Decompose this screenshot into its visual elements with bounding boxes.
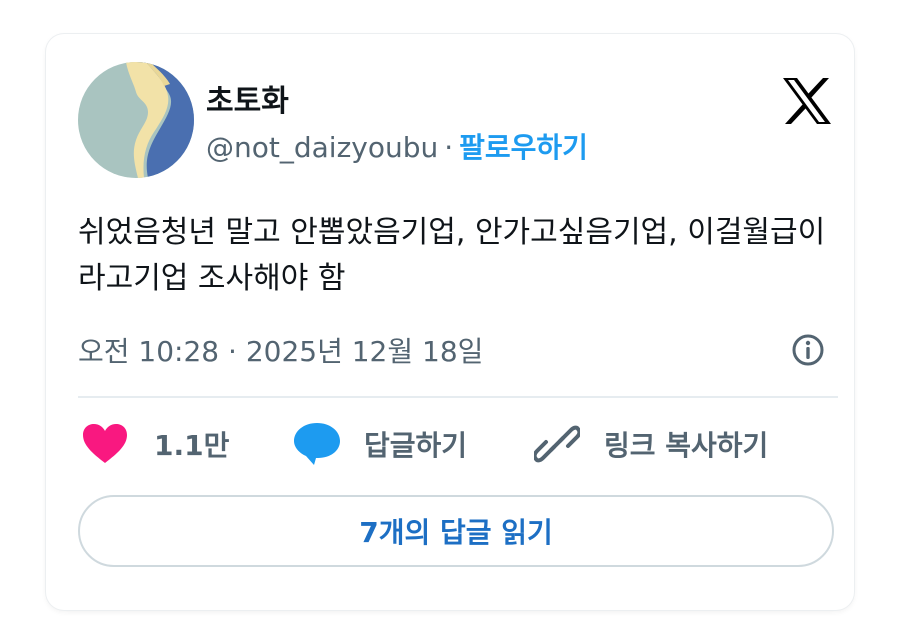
display-name[interactable]: 초토화 (206, 76, 289, 120)
copy-link-label: 링크 복사하기 (604, 429, 769, 462)
user-handle[interactable]: @not_daizyoubu (206, 131, 438, 164)
info-icon[interactable] (790, 332, 826, 368)
tweet-text: 쉬었음청년 말고 안뽑았음기업, 안가고싶음기업, 이걸월급이라고기업 조사해야… (78, 215, 826, 296)
heart-icon (83, 424, 127, 463)
follow-button[interactable]: 팔로우하기 (459, 131, 588, 164)
like-button[interactable]: 1.1만 (82, 419, 229, 469)
reply-button[interactable]: 답글하기 (292, 419, 467, 469)
divider (78, 396, 838, 398)
link-icon (534, 425, 580, 463)
action-bar: 1.1만 답글하기 링크 복사하기 (78, 419, 838, 469)
copy-link-button[interactable]: 링크 복사하기 (534, 419, 768, 469)
like-count: 1.1만 (154, 429, 230, 462)
tweet-timestamp[interactable]: 오전 10:28 · 2025년 12월 18일 (78, 330, 483, 370)
speech-bubble-icon (294, 423, 340, 465)
tweet-card: 초토화 @not_daizyoubu · 팔로우하기 쉬었음청년 말고 안뽑았음기업… (46, 34, 854, 610)
read-replies-button[interactable]: 7개의 답글 읽기 (78, 495, 834, 567)
avatar[interactable] (78, 62, 194, 178)
reply-label: 답글하기 (364, 429, 468, 462)
separator-dot: · (444, 131, 454, 164)
handle-row: @not_daizyoubu · 팔로우하기 (206, 126, 588, 166)
x-logo-icon[interactable] (781, 76, 833, 126)
